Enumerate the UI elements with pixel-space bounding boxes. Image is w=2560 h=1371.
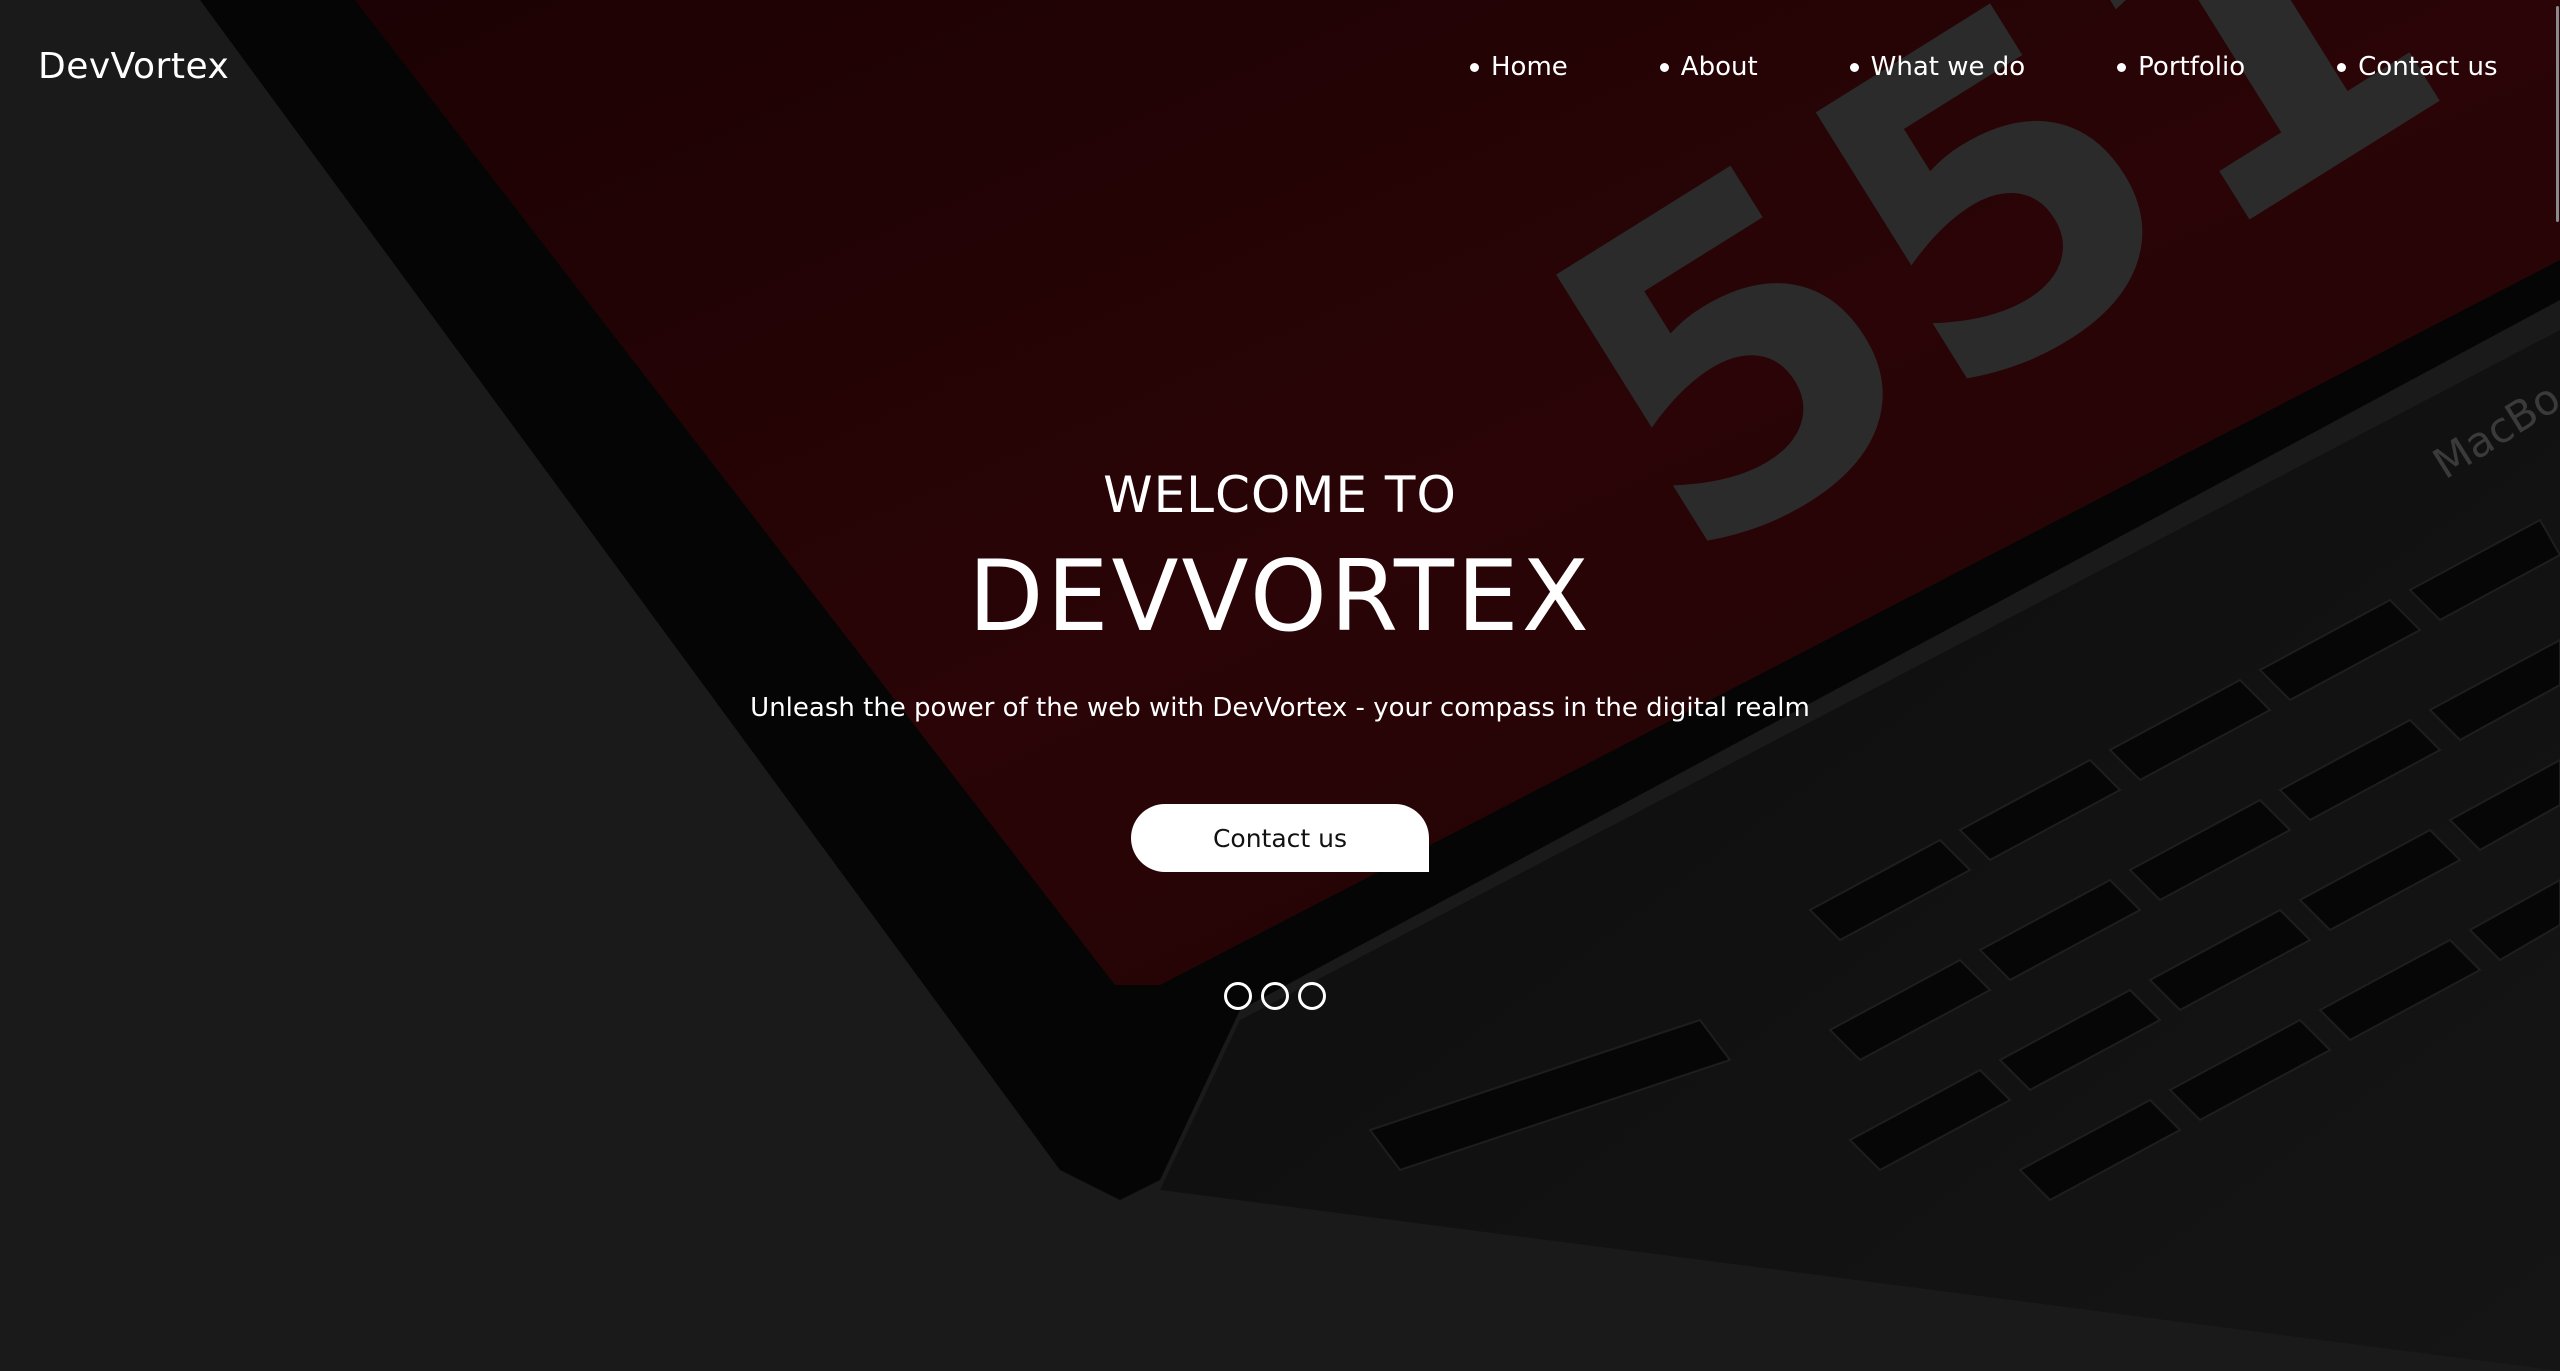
hero-tagline: Unleash the power of the web with DevVor… — [750, 693, 1810, 723]
hero-background-image: 551 MacBo — [0, 0, 2560, 1371]
nav-item-about[interactable]: About — [1659, 52, 1758, 82]
nav-item-home[interactable]: Home — [1470, 52, 1568, 82]
bullet-icon — [2117, 62, 2127, 72]
nav-item-label: Contact us — [2358, 52, 2498, 82]
nav-item-what-we-do[interactable]: What we do — [1849, 52, 2026, 82]
slider-indicators — [1224, 982, 1335, 1010]
main-nav: Home About What we do Portfolio Contact … — [1470, 52, 2498, 82]
nav-item-label: What we do — [1870, 52, 2026, 82]
bullet-icon — [1470, 62, 1479, 72]
hero-welcome-text: WELCOME TO — [1103, 466, 1457, 524]
slider-dot[interactable] — [1261, 982, 1289, 1010]
scrollbar-thumb[interactable] — [2556, 6, 2559, 222]
nav-item-label: About — [1680, 52, 1758, 82]
nav-item-contact-us[interactable]: Contact us — [2337, 52, 2498, 82]
slider-dot[interactable] — [1298, 982, 1326, 1010]
bullet-icon — [2337, 62, 2347, 72]
page-scrollbar[interactable] — [2554, 0, 2560, 1371]
nav-item-portfolio[interactable]: Portfolio — [2117, 52, 2245, 82]
slider-dot[interactable] — [1224, 982, 1252, 1010]
contact-us-button[interactable]: Contact us — [1131, 804, 1429, 872]
bullet-icon — [1849, 62, 1859, 72]
bullet-icon — [1659, 62, 1669, 72]
hero-section: 551 MacBo DevVortex Home About What we d… — [0, 0, 2560, 1371]
brand-logo-text[interactable]: DevVortex — [38, 46, 229, 87]
nav-item-label: Portfolio — [2138, 52, 2246, 82]
hero-title: DEVVORTEX — [968, 540, 1592, 654]
nav-item-label: Home — [1491, 52, 1568, 82]
